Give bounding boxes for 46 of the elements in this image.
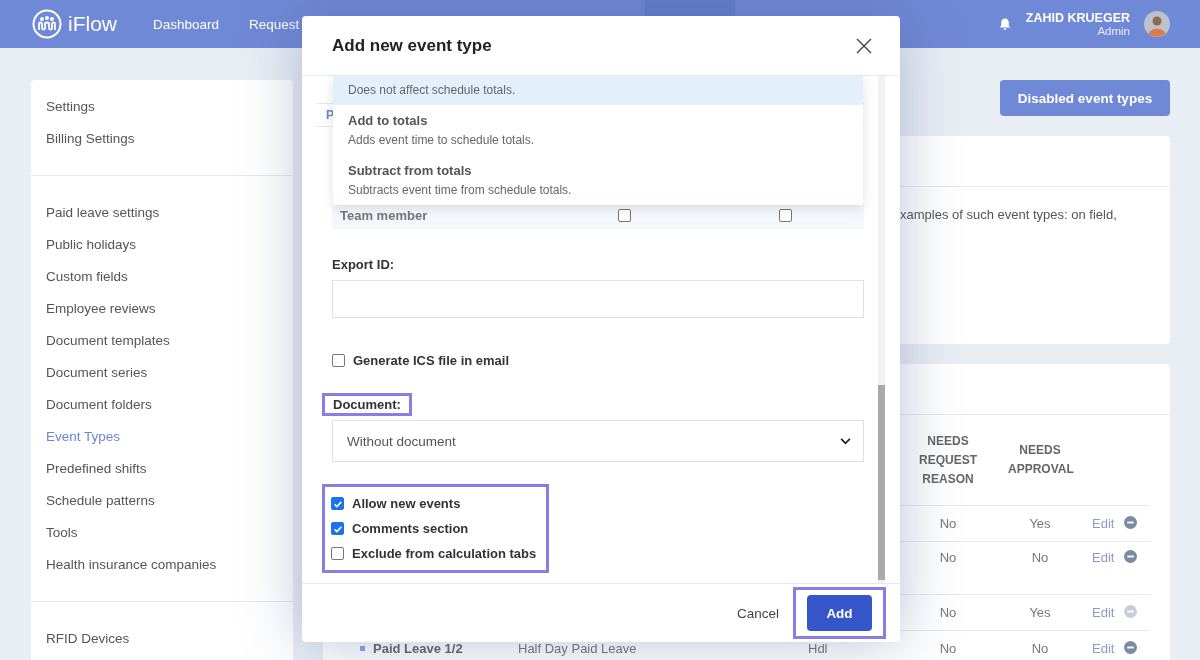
checkbox-label: Comments section bbox=[352, 521, 469, 536]
checkbox-label: Exclude from calculation tabs bbox=[352, 546, 537, 561]
sidebar-item[interactable]: Document series bbox=[46, 365, 278, 381]
table-cell: Yes bbox=[1029, 605, 1051, 620]
table-cell: No bbox=[939, 605, 957, 620]
table-cell: No bbox=[939, 641, 957, 656]
sidebar-item[interactable]: Public holidays bbox=[46, 237, 278, 253]
user-name: ZAHID KRUEGER bbox=[1025, 11, 1130, 25]
table-cell: No bbox=[939, 516, 957, 531]
logo-text: iFlow bbox=[68, 12, 117, 36]
info-text: xamples of such event types: on field, bbox=[900, 207, 1118, 222]
sidebar-item[interactable]: Predefined shifts bbox=[46, 461, 278, 477]
sidebar-item[interactable]: Schedule patterns bbox=[46, 493, 278, 509]
table-cell: Half Day Paid Leave bbox=[518, 641, 637, 656]
role-label: Team member bbox=[340, 208, 429, 223]
document-select[interactable]: Without document bbox=[332, 420, 864, 462]
table-cell: Hdl bbox=[808, 641, 828, 656]
sidebar-item[interactable]: Paid leave settings bbox=[46, 205, 278, 221]
dialog-title: Add new event type bbox=[332, 35, 492, 56]
dropdown-option[interactable]: Does not affect schedule totals. bbox=[333, 76, 863, 105]
dropdown-option[interactable]: Subtract from totals Subtracts event time from schedule totals. bbox=[333, 155, 863, 205]
dropdown-option[interactable]: Add to totals Adds event time to schedule totals. bbox=[333, 105, 863, 155]
sidebar-item[interactable]: Employee reviews bbox=[46, 301, 278, 317]
sidebar-item[interactable]: RFID Devices bbox=[46, 631, 278, 647]
column-header: NEEDS REQUEST REASON bbox=[918, 432, 978, 488]
sidebar-item[interactable]: Health insurance companies bbox=[46, 557, 278, 573]
checkbox-label: Generate ICS file in email bbox=[353, 353, 510, 368]
event-type-name: Paid Leave 1/2 bbox=[373, 641, 463, 656]
sidebar-item[interactable]: Event Types bbox=[46, 429, 278, 445]
sidebar-item[interactable]: Billing Settings bbox=[46, 131, 278, 147]
cancel-button[interactable]: Cancel bbox=[730, 604, 785, 622]
column-header: NEEDS APPROVAL bbox=[1007, 442, 1075, 478]
sidebar-item[interactable]: Tools bbox=[46, 525, 278, 541]
table-cell: Yes bbox=[1029, 516, 1051, 531]
sidebar-item[interactable]: Document folders bbox=[46, 397, 278, 413]
table-cell: No bbox=[1031, 641, 1049, 656]
sidebar-item[interactable]: Custom fields bbox=[46, 269, 278, 285]
add-button[interactable]: Add bbox=[807, 595, 872, 631]
checkbox-label: Allow new events bbox=[352, 496, 461, 511]
table-cell: No bbox=[1031, 550, 1049, 565]
field-label: Document: bbox=[322, 393, 412, 416]
sidebar-item[interactable]: Settings bbox=[46, 99, 278, 115]
table-cell: No bbox=[939, 550, 957, 565]
field-label: Export ID: bbox=[332, 257, 396, 272]
user-role: Admin bbox=[1097, 25, 1130, 37]
sidebar-item[interactable]: Document templates bbox=[46, 333, 278, 349]
